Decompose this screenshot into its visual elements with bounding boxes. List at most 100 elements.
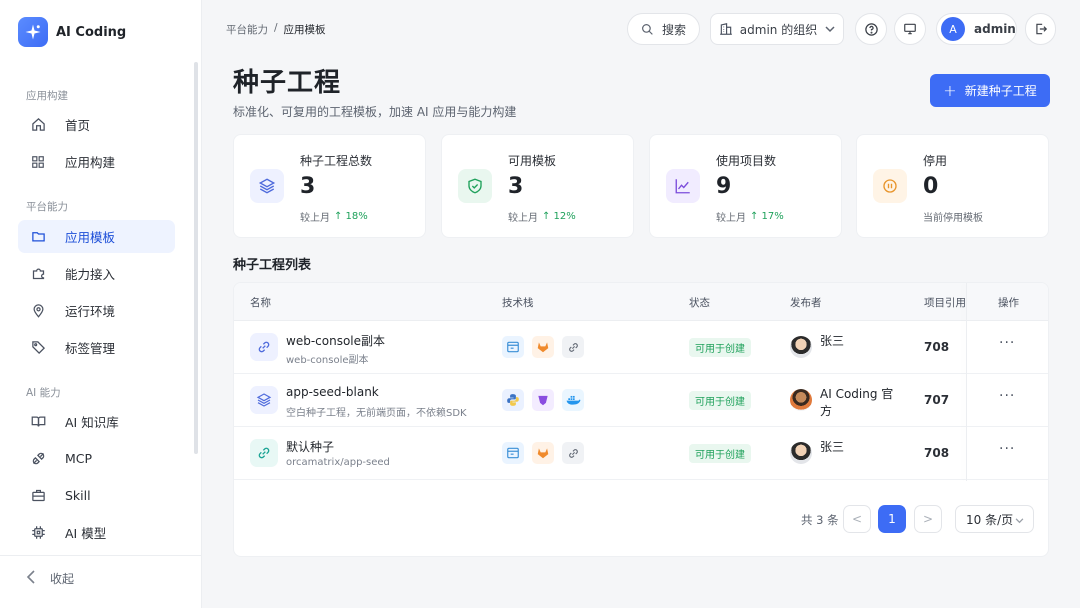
sidebar-item-app-build[interactable]: 应用构建 (18, 145, 175, 178)
pause-icon (873, 169, 907, 203)
gitlab-icon (532, 442, 554, 464)
home-icon (30, 117, 46, 133)
collapse-label: 收起 (50, 572, 75, 586)
sidebar-item-home[interactable]: 首页 (18, 108, 175, 141)
stat-foot-prefix: 较上月 (300, 213, 330, 224)
plug-icon (30, 451, 46, 467)
sticky-column-divider (966, 283, 967, 481)
next-page-button[interactable]: > (914, 505, 942, 533)
table-heading: 种子工程列表 (233, 258, 312, 273)
puzzle-icon (30, 266, 46, 282)
stat-trend: ↑ 12% (542, 211, 576, 222)
table-header: 名称 技术栈 状态 发布者 项目引用 操作 (234, 283, 1048, 321)
page-size-select[interactable]: 10 条/页 (955, 505, 1034, 533)
page-button-current[interactable]: 1 (878, 505, 906, 533)
trend-chart-icon (666, 169, 700, 203)
brand-name: AI Coding (56, 24, 127, 40)
search-icon (641, 23, 654, 36)
location-icon (30, 303, 46, 319)
sidebar-item-skill[interactable]: Skill (18, 479, 175, 512)
stat-trend: ↑ 17% (750, 211, 784, 222)
sidebar-item-label: AI 知识库 (65, 415, 119, 430)
status-badge: 可用于创建 (689, 338, 751, 357)
stat-card-usage: 使用项目数 9 较上月 ↑ 17% (649, 134, 842, 238)
column-header-publisher: 发布者 (790, 297, 822, 309)
avatar (790, 389, 812, 411)
table-row[interactable]: web-console副本 web-console副本 可用于创建 张三 708… (234, 321, 1048, 374)
more-actions-button[interactable]: ··· (999, 335, 1015, 351)
help-button[interactable] (855, 13, 887, 45)
project-name[interactable]: app-seed-blank (286, 385, 379, 399)
new-button-label: 新建种子工程 (964, 84, 1037, 98)
user-avatar: A (941, 17, 965, 41)
publisher-name: AI Coding 官方 (820, 387, 894, 418)
logout-button[interactable] (1025, 13, 1056, 45)
docker-icon (562, 389, 584, 411)
breadcrumb-parent[interactable]: 平台能力 (226, 22, 268, 37)
shield-check-icon (458, 169, 492, 203)
project-refs: 707 (924, 393, 950, 407)
sidebar-item-label: 运行环境 (65, 304, 116, 319)
shield-icon (532, 389, 554, 411)
stat-label: 停用 (923, 154, 948, 168)
sidebar-item-label: 应用模板 (65, 230, 116, 245)
section-title-app-build: 应用构建 (26, 90, 68, 102)
stat-foot: 较上月 ↑ 12% (508, 209, 576, 224)
link-icon (250, 439, 278, 467)
more-actions-button[interactable]: ··· (999, 441, 1015, 457)
sidebar-item-label: AI 模型 (65, 526, 107, 541)
stat-label: 可用模板 (508, 154, 557, 168)
publisher: 张三 (790, 333, 900, 358)
column-header-actions: 操作 (998, 297, 1019, 309)
user-name: admin (974, 22, 1016, 36)
new-seed-project-button[interactable]: + 新建种子工程 (930, 74, 1050, 107)
avatar (790, 442, 812, 464)
sidebar-item-runtime[interactable]: 运行环境 (18, 294, 175, 327)
sidebar-item-capability[interactable]: 能力接入 (18, 257, 175, 290)
section-title-ai: AI 能力 (26, 387, 61, 399)
table-row[interactable]: 默认种子 orcamatrix/app-seed 可用于创建 张三 708 ··… (234, 427, 1048, 480)
publisher: AI Coding 官方 (790, 386, 900, 420)
stat-card-available: 可用模板 3 较上月 ↑ 12% (441, 134, 634, 238)
stat-label: 种子工程总数 (300, 154, 373, 168)
column-header-tech: 技术栈 (502, 297, 534, 309)
sidebar-item-ai-model[interactable]: AI 模型 (18, 516, 175, 549)
column-header-name: 名称 (250, 297, 271, 309)
prev-page-button[interactable]: < (843, 505, 871, 533)
tech-stack (502, 336, 584, 358)
collapse-button[interactable]: 收起 (26, 570, 74, 587)
search-button[interactable]: 搜索 (627, 13, 700, 45)
monitor-button[interactable] (894, 13, 926, 45)
org-selector[interactable]: admin 的组织 (710, 13, 844, 45)
table-row[interactable]: app-seed-blank 空白种子工程，无前端页面，不依赖SDK 可用于创建… (234, 374, 1048, 427)
browser-icon (502, 442, 524, 464)
project-name[interactable]: 默认种子 (286, 438, 334, 455)
tag-icon (30, 340, 46, 356)
sidebar-scrollbar[interactable] (194, 62, 198, 454)
chip-icon (30, 525, 46, 541)
stat-card-total: 种子工程总数 3 较上月 ↑ 18% (233, 134, 426, 238)
sidebar-item-app-templates[interactable]: 应用模板 (18, 220, 175, 253)
tech-stack (502, 442, 584, 464)
project-desc: orcamatrix/app-seed (286, 457, 390, 468)
sidebar-item-mcp[interactable]: MCP (18, 442, 175, 475)
column-header-refs: 项目引用 (924, 297, 966, 309)
tech-stack (502, 389, 584, 411)
plus-icon: + (943, 81, 957, 100)
chevron-down-icon (825, 25, 835, 33)
search-label: 搜索 (661, 22, 686, 37)
sparkle-logo-icon (18, 17, 48, 47)
status-badge: 可用于创建 (689, 444, 751, 463)
user-menu[interactable]: A admin (936, 13, 1017, 45)
page-title: 种子工程 (233, 68, 342, 98)
breadcrumb-current: 应用模板 (283, 24, 326, 36)
project-refs: 708 (924, 340, 950, 354)
project-name[interactable]: web-console副本 (286, 332, 385, 349)
project-refs: 708 (924, 446, 950, 460)
stat-trend: ↑ 18% (334, 211, 368, 222)
sidebar-item-knowledge[interactable]: AI 知识库 (18, 405, 175, 438)
pagination-total: 共 3 条 (801, 513, 839, 527)
sidebar-item-tags[interactable]: 标签管理 (18, 331, 175, 364)
brand[interactable]: AI Coding (18, 17, 126, 47)
more-actions-button[interactable]: ··· (999, 388, 1015, 404)
